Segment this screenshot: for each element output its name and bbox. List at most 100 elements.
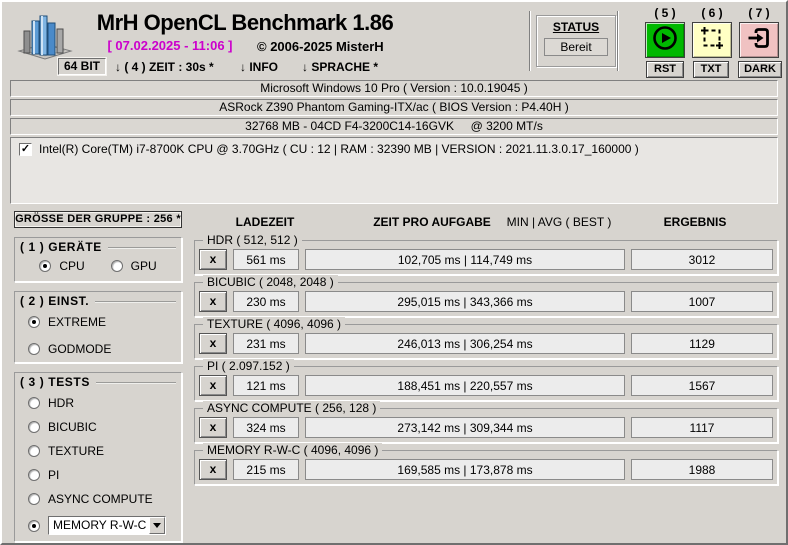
exit-button[interactable] <box>739 22 779 58</box>
results-area: LADEZEIT ZEIT PRO AUFGABE MIN | AVG ( BE… <box>194 211 778 542</box>
radio-async-compute[interactable]: ASYNC COMPUTE <box>28 492 176 506</box>
result-group-pi: PI ( 2.097.152 ) x 121 ms 188,451 ms | 2… <box>194 359 778 401</box>
radio-texture[interactable]: TEXTURE <box>28 444 176 458</box>
remove-result-button[interactable]: x <box>199 417 227 438</box>
result-group-title: BICUBIC ( 2048, 2048 ) <box>203 275 338 289</box>
radio-cpu-icon[interactable] <box>39 260 52 272</box>
menu-zeit[interactable]: ↓ ( 4 ) ZEIT : 30s * <box>115 60 214 74</box>
result-group-hdr: HDR ( 512, 512 ) x 561 ms 102,705 ms | 1… <box>194 233 778 275</box>
table-row: x 324 ms 273,142 ms | 309,344 ms 1117 <box>199 417 773 438</box>
radio-cpu-label: CPU <box>59 259 85 273</box>
menu-info[interactable]: ↓ INFO <box>240 60 278 74</box>
radio-extreme-icon[interactable] <box>28 316 40 328</box>
score-value: 1988 <box>631 459 773 480</box>
task-times-value: 188,451 ms | 220,557 ms <box>305 375 625 396</box>
load-time-value: 231 ms <box>233 333 299 354</box>
remove-result-button[interactable]: x <box>199 459 227 480</box>
remove-result-button[interactable]: x <box>199 291 227 312</box>
task-times-value: 102,705 ms | 114,749 ms <box>305 249 625 270</box>
status-group: STATUS Bereit <box>536 15 616 67</box>
txt-button[interactable]: TXT <box>693 61 729 78</box>
load-time-value: 215 ms <box>233 459 299 480</box>
task-times-value: 169,585 ms | 173,878 ms <box>305 459 625 480</box>
load-time-value: 561 ms <box>233 249 299 270</box>
radio-godmode-icon[interactable] <box>28 343 40 355</box>
vertical-divider <box>617 11 619 71</box>
system-info: Microsoft Windows 10 Pro ( Version : 10.… <box>2 80 786 135</box>
menu-sprache[interactable]: ↓ SPRACHE * <box>302 60 378 74</box>
radio-hdr[interactable]: HDR <box>28 396 176 410</box>
radio-bicubic-icon[interactable] <box>28 421 40 433</box>
memory-info: 32768 MB - 04CD F4-3200C14-16GVK @ 3200 … <box>10 118 778 135</box>
devices-panel: ( 1 ) GERÄTE CPU GPU <box>14 237 182 282</box>
radio-texture-icon[interactable] <box>28 445 40 457</box>
mainboard-info: ASRock Z390 Phantom Gaming-ITX/ac ( BIOS… <box>10 99 778 116</box>
device-label: Intel(R) Core(TM) i7-8700K CPU @ 3.70GHz… <box>39 142 639 156</box>
dropdown-button[interactable] <box>149 517 165 534</box>
score-value: 1129 <box>631 333 773 354</box>
score-value: 1007 <box>631 291 773 312</box>
app-title: MrH OpenCL Benchmark 1.86 <box>96 10 394 35</box>
table-row: x 561 ms 102,705 ms | 114,749 ms 3012 <box>199 249 773 270</box>
exit-door-icon <box>745 24 773 57</box>
radio-pi-label: PI <box>48 468 60 482</box>
radio-cpu[interactable]: CPU <box>39 259 85 273</box>
radio-extreme[interactable]: EXTREME <box>28 315 176 329</box>
rst-button[interactable]: RST <box>646 61 684 78</box>
radio-async-compute-icon[interactable] <box>28 493 40 505</box>
group-size-button[interactable]: GRÖSSE DER GRUPPE : 256 * <box>14 211 182 228</box>
tests-panel: ( 3 ) TESTS HDR BICUBIC TEXTURE PI ASYNC… <box>14 372 182 542</box>
table-row: x 121 ms 188,451 ms | 220,557 ms 1567 <box>199 375 773 396</box>
remove-result-button[interactable]: x <box>199 375 227 396</box>
radio-hdr-icon[interactable] <box>28 397 40 409</box>
col-min-avg-best: MIN | AVG ( BEST ) <box>506 215 612 229</box>
devices-legend: ( 1 ) GERÄTE <box>20 240 108 254</box>
tests-legend: ( 3 ) TESTS <box>20 375 96 389</box>
txt-button-number: ( 6 ) <box>701 6 723 20</box>
header: MrH OpenCL Benchmark 1.86 [ 07.02.2025 -… <box>2 2 786 80</box>
radio-pi-icon[interactable] <box>28 469 40 481</box>
score-value: 1567 <box>631 375 773 396</box>
radio-godmode-label: GODMODE <box>48 342 112 356</box>
load-time-value: 121 ms <box>233 375 299 396</box>
screenshot-txt-button[interactable] <box>692 22 732 58</box>
score-value: 3012 <box>631 249 773 270</box>
radio-extreme-label: EXTREME <box>48 315 107 329</box>
run-benchmark-button[interactable] <box>645 22 685 58</box>
content: GRÖSSE DER GRUPPE : 256 * ( 1 ) GERÄTE C… <box>2 211 786 542</box>
result-group-title: MEMORY R-W-C ( 4096, 4096 ) <box>203 443 383 457</box>
radio-godmode[interactable]: GODMODE <box>28 342 176 356</box>
result-group-title: TEXTURE ( 4096, 4096 ) <box>203 317 346 331</box>
memory-test-dropdown-value: MEMORY R-W-C <box>53 518 147 532</box>
device-row[interactable]: ✓ Intel(R) Core(TM) i7-8700K CPU @ 3.70G… <box>19 142 769 156</box>
chevron-down-icon <box>153 523 161 532</box>
task-times-value: 246,013 ms | 306,254 ms <box>305 333 625 354</box>
result-group-texture: TEXTURE ( 4096, 4096 ) x 231 ms 246,013 … <box>194 317 778 359</box>
radio-hdr-label: HDR <box>48 396 74 410</box>
radio-memory-rwc[interactable]: MEMORY R-W-C <box>28 516 176 535</box>
results-column-headers: LADEZEIT ZEIT PRO AUFGABE MIN | AVG ( BE… <box>194 211 778 233</box>
settings-panel: ( 2 ) EINST. EXTREME GODMODE <box>14 291 182 363</box>
table-row: x 231 ms 246,013 ms | 306,254 ms 1129 <box>199 333 773 354</box>
radio-pi[interactable]: PI <box>28 468 176 482</box>
device-list: ✓ Intel(R) Core(TM) i7-8700K CPU @ 3.70G… <box>10 137 778 204</box>
radio-bicubic[interactable]: BICUBIC <box>28 420 176 434</box>
memory-test-dropdown[interactable]: MEMORY R-W-C <box>48 516 166 535</box>
remove-result-button[interactable]: x <box>199 333 227 354</box>
exit-button-number: ( 7 ) <box>748 6 770 20</box>
remove-result-button[interactable]: x <box>199 249 227 270</box>
datetime-label: [ 07.02.2025 - 11:06 ] <box>107 38 233 53</box>
dark-mode-button[interactable]: DARK <box>738 61 782 78</box>
table-row: x 230 ms 295,015 ms | 343,366 ms 1007 <box>199 291 773 312</box>
app-window: MrH OpenCL Benchmark 1.86 [ 07.02.2025 -… <box>0 0 788 545</box>
device-checkbox[interactable]: ✓ <box>19 142 32 156</box>
col-ergebnis: ERGEBNIS <box>663 215 727 229</box>
score-value: 1117 <box>631 417 773 438</box>
radio-memory-rwc-icon[interactable] <box>28 519 40 532</box>
result-group-bicubic: BICUBIC ( 2048, 2048 ) x 230 ms 295,015 … <box>194 275 778 317</box>
radio-async-compute-label: ASYNC COMPUTE <box>48 492 153 506</box>
radio-gpu-icon[interactable] <box>110 260 123 272</box>
result-group-title: ASYNC COMPUTE ( 256, 128 ) <box>203 401 381 415</box>
status-value: Bereit <box>544 38 608 56</box>
radio-gpu[interactable]: GPU <box>110 259 157 273</box>
